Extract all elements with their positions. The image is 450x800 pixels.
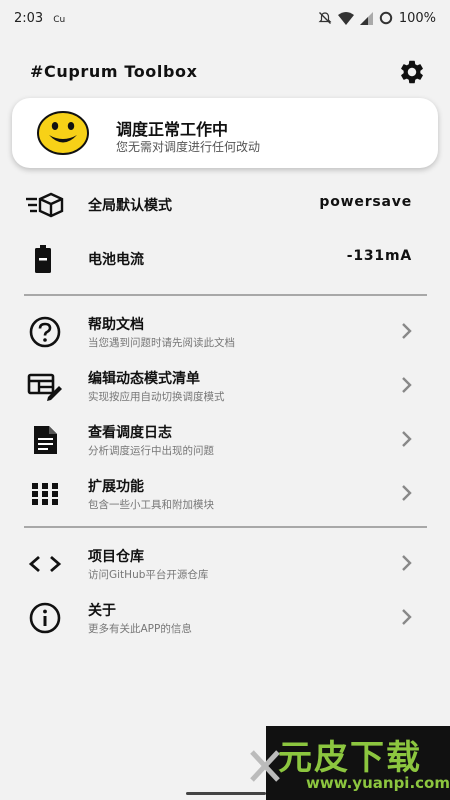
carrier-icon: Cu xyxy=(53,14,66,25)
edit-list-icon xyxy=(27,373,62,401)
menu-item-description: 当您遇到问题时请先阅读此文档 xyxy=(88,337,235,349)
smiley-face-icon xyxy=(37,111,89,155)
gesture-nav-bar[interactable] xyxy=(186,792,266,795)
battery-current-value: -131mA xyxy=(346,248,412,264)
chevron-right-icon xyxy=(402,431,412,447)
info-circle-icon xyxy=(29,602,61,634)
global-mode-label: 全局默认模式 xyxy=(88,198,172,214)
menu-item-description: 实现按应用自动切换调度模式 xyxy=(88,391,225,403)
menu-item-description: 访问GitHub平台开源仓库 xyxy=(88,569,209,581)
help-circle-icon xyxy=(29,316,61,348)
battery-icon xyxy=(35,245,51,273)
menu-item-label: 扩展功能 xyxy=(88,479,144,495)
battery-current-label: 电池电流 xyxy=(88,252,144,268)
menu-item-about[interactable]: 关于 更多有关此APP的信息 xyxy=(0,590,450,644)
mode-cube-icon xyxy=(26,192,64,218)
status-bar: 2:03 Cu 100% xyxy=(0,0,450,36)
scheduler-status-title: 调度正常工作中 xyxy=(116,120,229,139)
menu-item-description: 分析调度运行中出现的问题 xyxy=(88,445,214,457)
menu-item-label: 查看调度日志 xyxy=(88,425,172,441)
chevron-right-icon xyxy=(402,377,412,393)
menu-item-repository[interactable]: 项目仓库 访问GitHub平台开源仓库 xyxy=(0,536,450,590)
menu-item-extensions[interactable]: 扩展功能 包含一些小工具和附加模块 xyxy=(0,466,450,520)
global-mode-value: powersave xyxy=(319,194,412,210)
watermark-text: 元皮下载 xyxy=(278,738,422,778)
settings-gear-icon[interactable] xyxy=(398,58,426,86)
chevron-right-icon xyxy=(402,555,412,571)
battery-status-icon xyxy=(379,11,393,25)
watermark-url: www.yuanpi.com xyxy=(306,774,450,792)
chevron-right-icon xyxy=(402,485,412,501)
global-mode-row[interactable]: 全局默认模式 powersave xyxy=(0,178,450,232)
watermark-close-icon xyxy=(250,750,280,782)
chevron-right-icon xyxy=(402,609,412,625)
mute-icon xyxy=(318,12,332,24)
scheduler-status-card[interactable]: 调度正常工作中 您无需对调度进行任何改动 xyxy=(12,98,438,168)
section-divider xyxy=(24,294,427,296)
menu-item-edit-dynamic-list[interactable]: 编辑动态模式清单 实现按应用自动切换调度模式 xyxy=(0,358,450,412)
log-document-icon xyxy=(34,426,57,454)
menu-item-view-logs[interactable]: 查看调度日志 分析调度运行中出现的问题 xyxy=(0,412,450,466)
section-divider xyxy=(24,526,427,528)
signal-icon xyxy=(359,11,373,25)
menu-item-label: 项目仓库 xyxy=(88,549,144,565)
code-brackets-icon xyxy=(28,555,62,573)
status-time: 2:03 xyxy=(14,10,44,26)
menu-item-description: 包含一些小工具和附加模块 xyxy=(88,499,214,511)
menu-item-label: 帮助文档 xyxy=(88,317,144,333)
apps-grid-icon xyxy=(32,483,58,505)
wifi-icon xyxy=(337,11,354,25)
menu-item-description: 更多有关此APP的信息 xyxy=(88,623,192,635)
battery-current-row: 电池电流 -131mA xyxy=(0,232,450,286)
menu-item-label: 编辑动态模式清单 xyxy=(88,371,200,387)
scheduler-status-subtitle: 您无需对调度进行任何改动 xyxy=(116,140,261,154)
chevron-right-icon xyxy=(402,323,412,339)
menu-item-help-docs[interactable]: 帮助文档 当您遇到问题时请先阅读此文档 xyxy=(0,304,450,358)
app-title: #Cuprum Toolbox xyxy=(30,62,198,81)
menu-item-label: 关于 xyxy=(88,603,116,619)
battery-percent: 100% xyxy=(398,10,436,26)
watermark-logo: 元皮下载 www.yuanpi.com xyxy=(250,726,450,800)
